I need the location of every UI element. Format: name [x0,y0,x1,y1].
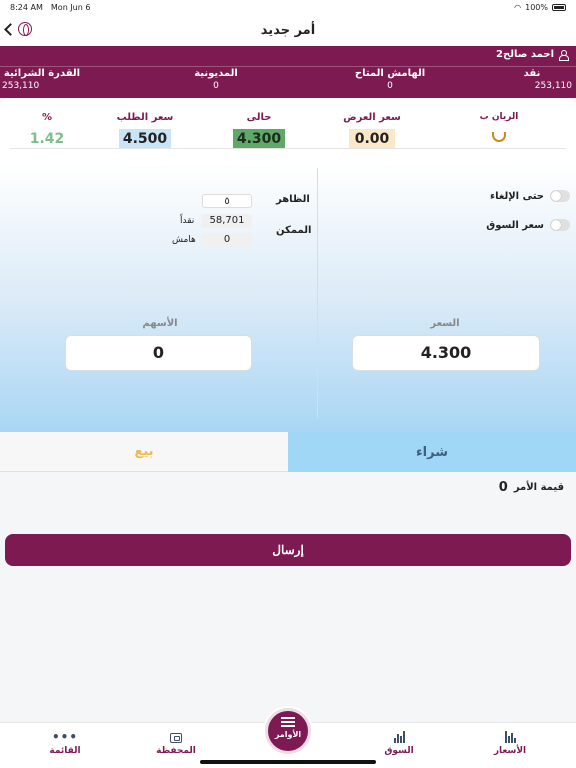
chevron-left-icon [4,22,17,36]
tabbar-portfolio[interactable]: المحفظة [136,729,216,756]
side-tabs: بيع شراء [0,432,576,474]
debt-value: 0 [213,81,219,91]
ask-price-value: 4.500 [118,129,172,149]
divider [10,148,566,149]
tabbar-market[interactable]: السوق [359,729,439,756]
cash-value: 253,110 [534,81,572,91]
possible-qty-label: الممكن [276,225,312,236]
divider [0,66,576,67]
account-name-row: احمد صالح2 [496,49,569,61]
status-time: 8:24 AM [10,2,43,12]
status-date: Mon Jun 6 [50,2,91,12]
good-till-cancel-label: حتى الإلغاء [489,190,544,202]
tabbar-menu-label: القائمة [49,746,81,756]
buying-power-value: 253,110 [2,81,40,91]
good-till-cancel-toggle[interactable] [550,190,570,202]
available-margin-label: الهامش المتاح [354,68,426,79]
symbol-logo-icon [492,132,506,142]
send-button[interactable]: إرسال [5,534,571,566]
percent-label: % [41,112,53,123]
shares-input[interactable]: 0 [65,335,252,371]
bid-price-label: سعر العرض [343,112,401,123]
orders-list-icon [281,717,295,729]
market-price-label: سعر السوق [486,219,544,231]
buying-power-label: القدرة الشرائية [3,68,81,79]
shares-label: الأسهم [142,318,178,329]
user-icon [558,49,569,61]
percent-col: % 1.42 [2,112,92,149]
battery-icon [552,3,566,11]
debt-cell: المديونية 0 [176,68,256,91]
account-name: احمد صالح2 [496,49,554,60]
prices-chart-icon [470,729,550,743]
available-margin-cell: الهامش المتاح 0 [340,68,440,91]
tab-sell[interactable]: بيع [0,432,288,472]
price-input[interactable]: 4.300 [352,335,540,371]
tabbar-prices[interactable]: الأسعار [470,729,550,756]
percent-value: 1.42 [29,131,65,147]
current-price-label: حالى [246,112,272,123]
cash-label: نقد [523,68,541,79]
ask-price-label: سعر الطلب [116,112,174,123]
current-price-value: 4.300 [232,129,286,149]
order-form: حتى الإلغاء سعر السوق الظاهر ٥ الممكن 58… [0,162,576,432]
market-chart-icon [359,729,439,743]
symbol-col[interactable]: الريان ب [454,112,544,146]
wifi-icon: ◠ [514,2,522,12]
globe-icon[interactable] [18,22,32,36]
debt-label: المديونية [194,68,238,79]
nav-bar: أمر جديد [0,14,576,46]
battery-percent: 100% [525,2,548,12]
cash-possible-value: 58,701 [202,214,252,228]
back-button[interactable] [4,22,32,36]
cash-cell: نقد 253,110 [492,68,572,91]
order-value: قيمة الأمر 0 [499,480,564,495]
tabbar-prices-label: الأسعار [493,746,527,756]
symbol-name: الريان ب [479,112,519,122]
home-indicator [200,760,376,764]
order-value-label: قيمة الأمر [513,482,564,493]
current-col: حالى 4.300 [214,112,304,149]
visible-qty-input[interactable]: ٥ [202,194,252,208]
order-value-number: 0 [498,480,508,495]
buying-power-cell: القدرة الشرائية 253,110 [2,68,82,91]
tabbar-market-label: السوق [384,746,414,756]
good-till-cancel-row[interactable]: حتى الإلغاء [490,190,570,202]
tabbar-portfolio-label: المحفظة [156,746,196,756]
divider [317,168,318,418]
wallet-icon [170,733,182,743]
cash-possible-label: نقداً [180,216,195,226]
status-bar: 8:24 AM Mon Jun 6 ◠ 100% [0,0,576,14]
tabbar-orders-label: الأوامر [274,730,302,739]
available-margin-value: 0 [387,81,393,91]
tabbar-orders[interactable]: الأوامر [265,708,311,754]
tabbar-menu[interactable]: ••• القائمة [25,729,105,756]
margin-possible-value: 0 [202,233,252,247]
more-dots-icon: ••• [51,730,78,744]
market-price-row[interactable]: سعر السوق [486,219,570,231]
quote-panel: الريان ب سعر العرض 0.00 حالى 4.300 سعر ا… [0,98,576,162]
bid-col: سعر العرض 0.00 [327,112,417,149]
bid-price-value: 0.00 [349,129,395,149]
ask-col: سعر الطلب 4.500 [100,112,190,149]
price-label: السعر [430,318,460,329]
visible-qty-label: الظاهر [276,194,310,205]
margin-possible-label: هامش [172,235,196,245]
tab-buy[interactable]: شراء [288,432,576,472]
page-title: أمر جديد [260,22,316,38]
account-summary: احمد صالح2 نقد 253,110 الهامش المتاح 0 ا… [0,46,576,98]
market-price-toggle[interactable] [550,219,570,231]
